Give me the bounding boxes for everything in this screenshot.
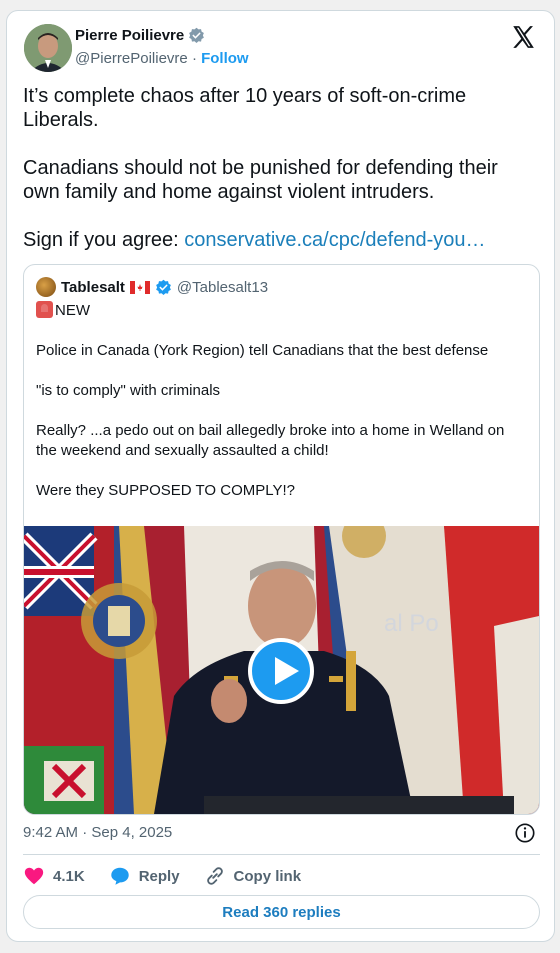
quoted-tweet-text: NEW Police in Canada (York Region) tell … xyxy=(36,301,526,521)
siren-icon xyxy=(36,301,53,318)
tweet-paragraph: It’s complete chaos after 10 years of so… xyxy=(23,85,467,131)
author-handle-line: @PierrePoilievre · Follow xyxy=(75,50,249,67)
verified-icon xyxy=(189,27,205,44)
link-icon xyxy=(206,867,223,885)
copy-link-button[interactable]: Copy link xyxy=(204,865,302,887)
new-badge-line: NEW xyxy=(36,301,526,321)
sign-prefix: Sign if you agree: xyxy=(23,229,185,251)
quoted-paragraph: Police in Canada (York Region) tell Cana… xyxy=(36,342,489,359)
tweet-text: It’s complete chaos after 10 years of so… xyxy=(23,84,533,276)
copy-link-label: Copy link xyxy=(233,867,302,885)
petition-link[interactable]: conservative.ca/cpc/defend-you… xyxy=(184,229,485,251)
x-logo-icon[interactable] xyxy=(510,24,536,50)
author-avatar[interactable] xyxy=(24,24,72,72)
police-sign-text: al Po xyxy=(384,610,439,637)
quoted-author-avatar[interactable] xyxy=(36,277,56,297)
quoted-tweet-header: Tablesalt @Tablesalt13 xyxy=(36,277,268,297)
author-handle[interactable]: @PierrePoilievre xyxy=(75,50,188,67)
like-button[interactable]: 4.1K xyxy=(23,865,85,887)
divider xyxy=(23,854,540,855)
author-name[interactable]: Pierre Poilievre xyxy=(75,27,205,44)
reply-bubble-icon xyxy=(110,867,129,885)
reply-label: Reply xyxy=(138,867,180,885)
timestamp[interactable]: 9:42 AM · Sep 4, 2025 xyxy=(23,824,172,841)
handle-separator: · xyxy=(191,50,197,67)
follow-button[interactable]: Follow xyxy=(201,50,249,67)
tweet-paragraph: Sign if you agree: conservative.ca/cpc/d… xyxy=(23,228,533,252)
tweet-card: Pierre Poilievre @PierrePoilievre · Foll… xyxy=(6,10,555,942)
heart-icon xyxy=(24,867,44,885)
play-button[interactable] xyxy=(248,638,314,704)
reply-button[interactable]: Reply xyxy=(109,865,180,887)
video-thumbnail[interactable]: al Po xyxy=(24,526,539,814)
quoted-tweet[interactable]: Tablesalt @Tablesalt13 NEW Police in Can… xyxy=(23,264,540,815)
like-count: 4.1K xyxy=(53,867,85,885)
quoted-author-handle[interactable]: @Tablesalt13 xyxy=(177,279,268,296)
read-replies-button[interactable]: Read 360 replies xyxy=(23,895,540,929)
info-icon[interactable] xyxy=(514,822,536,844)
verified-icon xyxy=(156,279,171,295)
quoted-paragraph: Really? ...a pedo out on bail allegedly … xyxy=(36,422,505,459)
quoted-paragraph: Were they SUPPOSED TO COMPLY!? xyxy=(36,482,295,499)
new-badge: NEW xyxy=(55,302,90,319)
quoted-author-name[interactable]: Tablesalt xyxy=(61,279,125,296)
quoted-paragraph: "is to comply" with criminals xyxy=(36,382,221,399)
action-bar: 4.1K Reply Copy link xyxy=(23,865,325,887)
tweet-paragraph: Canadians should not be punished for def… xyxy=(23,157,498,203)
canada-flag-icon xyxy=(129,280,150,294)
